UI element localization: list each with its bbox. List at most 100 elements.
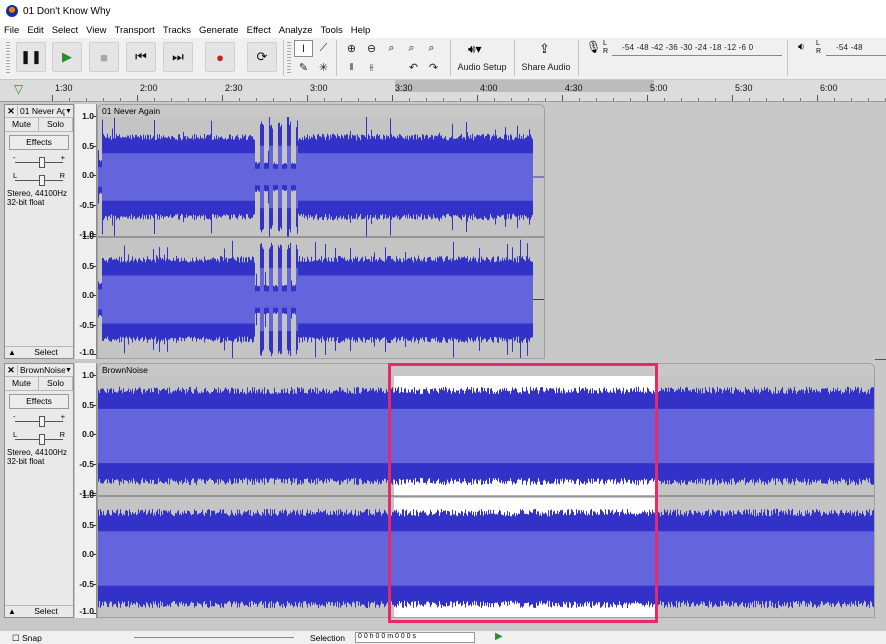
- pan-slider[interactable]: L R: [9, 171, 69, 189]
- gain-slider-thumb[interactable]: [39, 416, 45, 427]
- chevron-down-icon[interactable]: ▼: [65, 108, 73, 115]
- rec-meter-scale: -54 -48 -42 -36 -30 -24 -18 -12 -6 0: [622, 43, 754, 52]
- share-audio-button[interactable]: ⇪ Share Audio: [518, 40, 574, 76]
- play-at-speed-icon[interactable]: ▶: [495, 631, 503, 642]
- timeline-tick-label: 1:30: [55, 83, 73, 93]
- menu-effect[interactable]: Effect: [247, 25, 271, 36]
- snap-checkbox[interactable]: ☐ Snap: [12, 633, 42, 644]
- play-button[interactable]: ▶: [52, 42, 82, 72]
- track-name-menu[interactable]: 01 Never Ag: [17, 106, 65, 116]
- recording-meter[interactable]: [612, 55, 782, 65]
- multi-tool-button[interactable]: ✳: [314, 59, 333, 76]
- pause-icon: ❚❚: [20, 49, 42, 64]
- microphone-icon[interactable]: 🎙︎: [586, 40, 601, 54]
- zoom-in-button[interactable]: ⊕: [342, 40, 361, 57]
- track-area[interactable]: ✕ 01 Never Ag ▼ Mute Solo Effects - + L …: [0, 102, 886, 630]
- gain-minus-label: -: [13, 153, 16, 162]
- toolbar-separator: [283, 40, 284, 76]
- envelope-tool-button[interactable]: ⟋: [314, 40, 333, 57]
- gain-slider[interactable]: - +: [9, 412, 69, 430]
- zoom-out-button[interactable]: ⊖: [362, 40, 381, 57]
- gain-slider[interactable]: - +: [9, 153, 69, 171]
- mute-button[interactable]: Mute: [5, 118, 39, 131]
- menu-edit[interactable]: Edit: [27, 25, 43, 36]
- trim-button[interactable]: ⫴: [342, 59, 361, 76]
- pan-slider-thumb[interactable]: [39, 434, 45, 445]
- track-bitdepth-info: 32-bit float: [7, 457, 45, 466]
- status-bar: ☐ Snap Selection 0 0 h 0 0 m 0 0 0 s ▶: [0, 630, 886, 643]
- vertical-ruler[interactable]: 1.0 0.5 0.0 -0.5 -1.0 1.0 0.5 0.0 -0.5 -1.0: [75, 104, 97, 359]
- fit-project-button[interactable]: ⌕: [402, 40, 421, 57]
- stop-button[interactable]: ■: [89, 42, 119, 72]
- track-name-menu[interactable]: BrownNoise: [17, 365, 65, 375]
- menu-help[interactable]: Help: [351, 25, 371, 36]
- menu-analyze[interactable]: Analyze: [279, 25, 313, 36]
- playback-meter[interactable]: [826, 55, 886, 65]
- asterisk-icon: ✳: [318, 62, 329, 74]
- toolbar-grip[interactable]: [6, 42, 10, 74]
- solo-button[interactable]: Solo: [39, 118, 73, 131]
- zoom-toggle-button[interactable]: ⌕: [422, 40, 441, 57]
- gain-plus-label: +: [60, 153, 65, 162]
- gain-slider-thumb[interactable]: [39, 157, 45, 168]
- mute-button[interactable]: Mute: [5, 377, 39, 390]
- effects-button[interactable]: Effects: [9, 394, 69, 409]
- close-track-icon[interactable]: ✕: [5, 365, 17, 376]
- loop-button[interactable]: ⟳: [247, 42, 277, 72]
- menu-generate[interactable]: Generate: [199, 25, 239, 36]
- play-head-icon[interactable]: ▽: [14, 82, 23, 96]
- fit-selection-button[interactable]: ⌕: [382, 40, 401, 57]
- timeline-tick-label: 5:30: [735, 83, 753, 93]
- timeline-minor-tick: [375, 98, 376, 101]
- gain-minus-label: -: [13, 412, 16, 421]
- draw-tool-button[interactable]: ✎: [294, 59, 313, 76]
- select-track-button[interactable]: Select: [19, 347, 73, 358]
- undo-button[interactable]: ↶: [404, 59, 423, 76]
- pan-slider-thumb[interactable]: [39, 175, 45, 186]
- share-upload-icon: ⇪: [539, 41, 550, 56]
- selection-time-field[interactable]: 0 0 h 0 0 m 0 0 0 s: [355, 632, 475, 643]
- ruler-label: -0.5: [79, 319, 94, 330]
- menu-view[interactable]: View: [86, 25, 106, 36]
- audio-clip[interactable]: 01 Never Again: [97, 104, 545, 359]
- effects-button[interactable]: Effects: [9, 135, 69, 150]
- timeline-ruler[interactable]: ▽ 1:30 2:00 2:30 3:00 3:30 4:00 4:30 5:00 5:30 6:…: [0, 80, 886, 102]
- skip-start-button[interactable]: ⏮: [126, 42, 156, 72]
- record-icon: ●: [216, 49, 224, 65]
- timeline-minor-tick: [766, 98, 767, 101]
- toolbar-grip[interactable]: [287, 42, 291, 74]
- timeline-tick-label: 3:00: [310, 83, 328, 93]
- audio-setup-button[interactable]: 🔊︎▾ Audio Setup: [454, 40, 510, 76]
- pan-slider[interactable]: L R: [9, 430, 69, 448]
- selection-tool-button[interactable]: I: [294, 40, 313, 57]
- collapse-track-icon[interactable]: ▲: [5, 606, 19, 617]
- redo-icon: ↷: [428, 62, 439, 74]
- skip-start-icon: ⏮: [135, 49, 147, 64]
- timeline-minor-tick: [86, 98, 87, 101]
- vertical-ruler[interactable]: 1.0 0.5 0.0 -0.5 -1.0 1.0 0.5 0.0 -0.5 -1.0: [75, 363, 97, 618]
- timeline-tick-label: 6:00: [820, 83, 838, 93]
- record-button[interactable]: ●: [205, 42, 235, 72]
- zoom-selection-icon: ⌕: [388, 42, 395, 54]
- redo-button[interactable]: ↷: [424, 59, 443, 76]
- solo-button[interactable]: Solo: [39, 377, 73, 390]
- playback-speaker-icon[interactable]: 🔉︎: [798, 41, 805, 54]
- collapse-track-icon[interactable]: ▲: [5, 347, 19, 358]
- skip-end-button[interactable]: ⏭: [163, 42, 193, 72]
- waveform-display[interactable]: [98, 117, 544, 359]
- timeline-minor-tick: [154, 98, 155, 101]
- timeline-tick: [562, 95, 563, 101]
- timeline-minor-tick: [613, 98, 614, 101]
- clip-name[interactable]: 01 Never Again: [98, 105, 544, 117]
- menu-file[interactable]: File: [4, 25, 19, 36]
- chevron-down-icon[interactable]: ▼: [65, 367, 73, 374]
- menu-transport[interactable]: Transport: [115, 25, 155, 36]
- menu-tracks[interactable]: Tracks: [163, 25, 191, 36]
- select-track-button[interactable]: Select: [19, 606, 73, 617]
- close-track-icon[interactable]: ✕: [5, 106, 17, 117]
- menu-tools[interactable]: Tools: [321, 25, 343, 36]
- timeline-tick: [52, 95, 53, 101]
- pause-button[interactable]: ❚❚: [16, 42, 46, 72]
- silence-button[interactable]: ⫳: [362, 59, 381, 76]
- menu-select[interactable]: Select: [52, 25, 78, 36]
